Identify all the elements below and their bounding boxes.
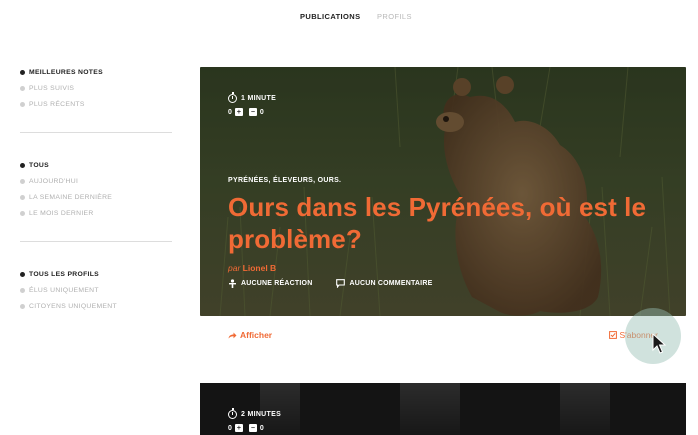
filter-label: LE MOIS DERNIER bbox=[29, 209, 94, 217]
radio-bullet-icon bbox=[20, 194, 25, 200]
plus-icon[interactable]: + bbox=[234, 424, 243, 432]
radio-bullet-icon bbox=[20, 85, 25, 91]
afficher-label: Afficher bbox=[240, 330, 273, 340]
publication-card[interactable]: 1 MINUTE 0 + − 0 PYRÉNÉES, ÉLEVEURS, OUR… bbox=[200, 67, 686, 316]
filter-plus-suivis[interactable]: PLUS SUIVIS bbox=[20, 80, 172, 96]
top-tabs: PUBLICATIONS PROFILS bbox=[0, 12, 698, 24]
votes-up-count: 0 bbox=[228, 108, 232, 116]
filter-label: AUJOURD'HUI bbox=[29, 177, 79, 185]
tab-publications[interactable]: PUBLICATIONS bbox=[300, 12, 361, 21]
filter-label: CITOYENS UNIQUEMENT bbox=[29, 302, 117, 310]
share-arrow-icon bbox=[228, 332, 237, 338]
filter-citoyens-uniquement[interactable]: CITOYENS UNIQUEMENT bbox=[20, 298, 172, 314]
filter-meilleures-notes[interactable]: MEILLEURES NOTES bbox=[20, 64, 172, 80]
read-time: 2 MINUTES bbox=[228, 407, 282, 419]
radio-bullet-icon bbox=[20, 271, 25, 277]
tab-profils[interactable]: PROFILS bbox=[377, 12, 412, 21]
read-time: 1 MINUTE bbox=[228, 91, 277, 103]
publication-stats: AUCUNE RÉACTION AUCUN COMMENTAIRE bbox=[228, 279, 432, 288]
radio-bullet-icon bbox=[20, 210, 25, 216]
filter-label: PLUS SUIVIS bbox=[29, 84, 75, 92]
radio-bullet-icon bbox=[20, 287, 25, 293]
sort-filter-group: MEILLEURES NOTES PLUS SUIVIS PLUS RÉCENT… bbox=[20, 64, 172, 112]
stage-light bbox=[260, 383, 300, 435]
checkbox-icon bbox=[608, 331, 617, 339]
period-filter-group: TOUS AUJOURD'HUI LA SEMAINE DERNIÈRE LE … bbox=[20, 157, 172, 221]
reactions-label: AUCUNE RÉACTION bbox=[241, 280, 313, 287]
radio-bullet-icon bbox=[20, 178, 25, 184]
filter-aujourdhui[interactable]: AUJOURD'HUI bbox=[20, 173, 172, 189]
filter-mois-dernier[interactable]: LE MOIS DERNIER bbox=[20, 205, 172, 221]
filter-semaine-derniere[interactable]: LA SEMAINE DERNIÈRE bbox=[20, 189, 172, 205]
votes-up-count: 0 bbox=[228, 424, 232, 432]
filter-tous-les-profils[interactable]: TOUS LES PROFILS bbox=[20, 266, 172, 282]
card-content: 1 MINUTE 0 + − 0 PYRÉNÉES, ÉLEVEURS, OUR… bbox=[200, 67, 686, 316]
afficher-button[interactable]: Afficher bbox=[228, 330, 272, 340]
stopwatch-icon bbox=[228, 91, 237, 103]
filter-elus-uniquement[interactable]: ÉLUS UNIQUEMENT bbox=[20, 282, 172, 298]
vote-counter: 0 + − 0 bbox=[228, 108, 264, 116]
minus-icon[interactable]: − bbox=[248, 108, 257, 116]
profile-filter-group: TOUS LES PROFILS ÉLUS UNIQUEMENT CITOYEN… bbox=[20, 266, 172, 314]
vote-counter: 0 + − 0 bbox=[228, 424, 264, 432]
votes-down-count: 0 bbox=[259, 424, 264, 432]
publication-tags[interactable]: PYRÉNÉES, ÉLEVEURS, OURS. bbox=[228, 177, 341, 184]
filter-label: MEILLEURES NOTES bbox=[29, 68, 103, 76]
byline: par Lionel B bbox=[228, 263, 276, 273]
filter-label: ÉLUS UNIQUEMENT bbox=[29, 286, 99, 294]
votes-down-count: 0 bbox=[259, 108, 264, 116]
filter-tous[interactable]: TOUS bbox=[20, 157, 172, 173]
radio-bullet-icon bbox=[20, 101, 25, 107]
publication-title[interactable]: Ours dans les Pyrénées, où est le problè… bbox=[228, 191, 658, 255]
sidebar-divider bbox=[20, 241, 172, 242]
radio-bullet-icon bbox=[20, 303, 25, 309]
filter-label: TOUS bbox=[29, 161, 49, 169]
minus-icon[interactable]: − bbox=[248, 424, 257, 432]
read-time-label: 1 MINUTE bbox=[241, 95, 277, 102]
publication-card[interactable]: 2 MINUTES 0 + − 0 bbox=[200, 383, 686, 435]
filter-label: PLUS RÉCENTS bbox=[29, 100, 85, 108]
radio-bullet-icon bbox=[20, 69, 25, 75]
comment-icon bbox=[336, 279, 346, 288]
filter-sidebar: MEILLEURES NOTES PLUS SUIVIS PLUS RÉCENT… bbox=[20, 66, 172, 314]
filter-label: TOUS LES PROFILS bbox=[29, 270, 100, 278]
plus-icon[interactable]: + bbox=[234, 108, 243, 116]
radio-bullet-icon bbox=[20, 162, 25, 168]
comments-label: AUCUN COMMENTAIRE bbox=[349, 280, 433, 287]
filter-label: LA SEMAINE DERNIÈRE bbox=[29, 193, 113, 201]
read-time-label: 2 MINUTES bbox=[241, 411, 282, 418]
reaction-icon bbox=[229, 279, 236, 288]
comments-stat[interactable]: AUCUN COMMENTAIRE bbox=[336, 279, 432, 288]
stopwatch-icon bbox=[228, 407, 237, 419]
card-actions: Afficher S'abonner bbox=[200, 316, 686, 356]
cursor-icon bbox=[652, 333, 667, 354]
author-link[interactable]: Lionel B bbox=[243, 263, 277, 273]
stage-light bbox=[400, 383, 460, 435]
filter-plus-recents[interactable]: PLUS RÉCENTS bbox=[20, 96, 172, 112]
reactions-stat[interactable]: AUCUNE RÉACTION bbox=[228, 279, 312, 288]
sidebar-divider bbox=[20, 132, 172, 133]
byline-prefix: par bbox=[228, 263, 241, 273]
stage-light bbox=[560, 383, 610, 435]
